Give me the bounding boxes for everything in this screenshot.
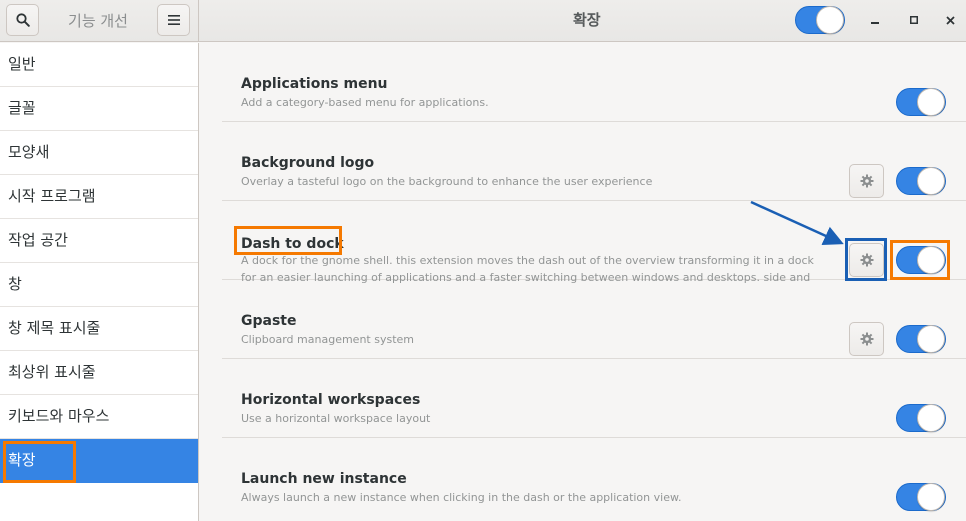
maximize-icon [910,16,918,24]
extension-description: Overlay a tasteful logo on the backgroun… [241,175,653,188]
extension-row-dash-to-dock: Dash to dock A dock for the gnome shell.… [222,201,966,284]
toggle-track [795,6,845,34]
page-title: 확장 [573,11,601,29]
extension-name: Applications menu [241,76,388,92]
sidebar-item-label: 작업 공간 [8,231,68,249]
minimize-button[interactable] [866,11,884,29]
extension-description: Clipboard management system [241,333,414,346]
toggle-knob [917,483,945,511]
extension-toggle[interactable] [896,246,946,274]
extensions-master-switch[interactable] [795,6,845,34]
toggle-knob [816,6,844,34]
sidebar-item-extensions[interactable]: 확장 [0,439,198,483]
toggle-knob [917,325,945,353]
extension-description: Always launch a new instance when clicki… [241,491,682,504]
gear-icon [860,253,874,267]
sidebar-item-fonts[interactable]: 글꼴 [0,87,198,131]
toggle-knob [917,88,945,116]
toggle-track [896,325,946,353]
sidebar-item-window-titlebars[interactable]: 창 제목 표시줄 [0,307,198,351]
search-icon [15,13,30,27]
sidebar-item-keyboard-mouse[interactable]: 키보드와 마우스 [0,395,198,439]
sidebar-item-general[interactable]: 일반 [0,43,198,87]
toggle-track [896,88,946,116]
toggle-knob [917,404,945,432]
hamburger-menu-icon [167,15,180,25]
sidebar-item-label: 일반 [8,55,36,73]
header-bar: 기능 개선 확장 [0,0,966,42]
extension-name: Background logo [241,155,375,171]
sidebar-item-startup-applications[interactable]: 시작 프로그램 [0,175,198,219]
extension-settings-button[interactable] [849,243,884,277]
extension-name: Horizontal workspaces [241,392,421,408]
minimize-icon [871,16,879,24]
header-left-section: 기능 개선 [0,0,199,42]
extensions-list: Applications menu Add a category-based m… [200,43,966,521]
extension-name: Gpaste [241,313,297,329]
sidebar-item-label: 글꼴 [8,99,36,117]
search-button[interactable] [6,4,39,36]
sidebar-item-label: 확장 [8,451,36,469]
sidebar-item-label: 창 제목 표시줄 [8,319,101,337]
sidebar-item-windows[interactable]: 창 [0,263,198,307]
menu-button[interactable] [157,4,190,36]
sidebar-item-label: 모양새 [8,143,50,161]
extension-toggle[interactable] [896,404,946,432]
close-icon [945,15,955,25]
sidebar-item-workspaces[interactable]: 작업 공간 [0,219,198,263]
sidebar-item-label: 창 [8,275,22,293]
extension-toggle[interactable] [896,325,946,353]
sidebar-item-label: 키보드와 마우스 [8,407,110,425]
extension-settings-button[interactable] [849,164,884,198]
sidebar-item-label: 시작 프로그램 [8,187,96,205]
extension-description: Add a category-based menu for applicatio… [241,96,489,109]
toggle-track [896,483,946,511]
extension-toggle[interactable] [896,167,946,195]
maximize-button[interactable] [905,11,923,29]
extension-name: Dash to dock [241,236,344,252]
extension-row-background-logo: Background logo Overlay a tasteful logo … [222,122,966,201]
extension-name: Launch new instance [241,471,407,487]
extension-row-gpaste: Gpaste Clipboard management system [222,280,966,359]
gear-icon [860,174,874,188]
sidebar-item-appearance[interactable]: 모양새 [0,131,198,175]
sidebar: 일반 글꼴 모양새 시작 프로그램 작업 공간 창 창 제목 표시줄 최상위 표… [0,43,199,521]
extension-row-applications-menu: Applications menu Add a category-based m… [222,43,966,122]
toggle-track [896,246,946,274]
extension-row-horizontal-workspaces: Horizontal workspaces Use a horizontal w… [222,359,966,438]
toggle-knob [917,167,945,195]
close-button[interactable] [941,11,959,29]
toggle-track [896,167,946,195]
extension-toggle[interactable] [896,483,946,511]
toggle-knob [917,246,945,274]
sidebar-item-label: 최상위 표시줄 [8,363,96,381]
toggle-track [896,404,946,432]
extension-description: Use a horizontal workspace layout [241,412,431,425]
extension-settings-button[interactable] [849,322,884,356]
sidebar-header-title: 기능 개선 [68,12,128,30]
extension-toggle[interactable] [896,88,946,116]
annotation-arrow [750,200,844,245]
sidebar-item-top-bar[interactable]: 최상위 표시줄 [0,351,198,395]
extension-row-launch-new-instance: Launch new instance Always launch a new … [222,438,966,517]
gear-icon [860,332,874,346]
